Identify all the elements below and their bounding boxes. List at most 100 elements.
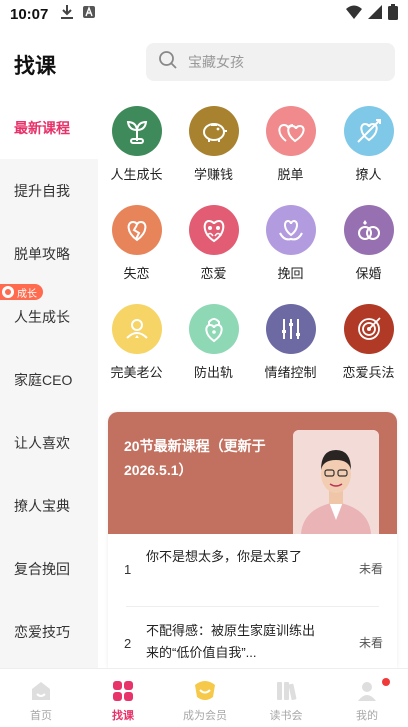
sliders-icon xyxy=(265,304,316,354)
category-anti-cheating[interactable]: 防出轨 xyxy=(175,304,252,381)
books-icon xyxy=(274,679,298,703)
lesson-row[interactable]: 1 你不是想太多，你是太累了 未看 xyxy=(108,534,397,604)
category-sidebar: 最新课程 提升自我 脱单攻略 人生成长 家庭CEO 让人喜欢 撩人宝典 复合挽回… xyxy=(0,96,98,668)
sidebar-item-label: 人生成长 xyxy=(14,308,70,325)
course-card-header: 20节最新课程（更新于2026.5.1） xyxy=(108,412,397,534)
grid-icon xyxy=(111,679,135,703)
nav-membership[interactable]: 成为会员 xyxy=(164,669,246,727)
latest-course-card[interactable]: 20节最新课程（更新于2026.5.1） 1 你不是想太多，你是太累了 未看 2… xyxy=(108,412,397,668)
husband-icon xyxy=(111,304,162,354)
category-label: 脱单 xyxy=(277,167,304,182)
nav-label: 成为会员 xyxy=(183,710,227,722)
nav-profile[interactable]: 我的 xyxy=(326,669,408,727)
app-screen: 10:07 找课 宝藏女孩 最新课程 提升自我 脱单攻略 人生成长 家庭CEO … xyxy=(0,0,408,727)
category-label: 保婚 xyxy=(355,266,382,281)
category-label: 完美老公 xyxy=(110,365,163,380)
category-label: 撩人 xyxy=(355,167,382,182)
lesson-number: 1 xyxy=(124,561,132,577)
search-input[interactable]: 宝藏女孩 xyxy=(146,43,395,81)
category-label: 学赚钱 xyxy=(193,167,233,182)
two-hearts-icon xyxy=(265,106,316,156)
heart-lock-icon xyxy=(188,304,239,354)
couple-icon xyxy=(188,205,239,255)
category-romance[interactable]: 恋爱 xyxy=(175,205,252,282)
category-life-growth[interactable]: 人生成长 xyxy=(98,106,175,183)
badge-dot-icon xyxy=(2,286,14,298)
app-notification-icon xyxy=(82,5,96,23)
lesson-status: 未看 xyxy=(358,636,383,650)
sidebar-item-family-ceo[interactable]: 家庭CEO xyxy=(0,348,98,411)
battery-icon xyxy=(388,4,398,24)
page-title: 找课 xyxy=(14,55,56,78)
wifi-icon xyxy=(346,5,362,23)
category-get-partner[interactable]: 脱单 xyxy=(252,106,329,183)
badge-label: 成长 xyxy=(17,288,37,300)
category-earn-money[interactable]: 学赚钱 xyxy=(175,106,252,183)
category-label: 挽回 xyxy=(277,266,304,281)
target-icon xyxy=(343,304,394,354)
lesson-title: 你不是想太多，你是太累了 xyxy=(146,549,303,564)
category-emotion-control[interactable]: 情绪控制 xyxy=(252,304,329,381)
notification-dot xyxy=(382,678,390,686)
sidebar-item-love-skills[interactable]: 恋爱技巧 xyxy=(0,600,98,663)
smile-badge-icon xyxy=(193,679,217,703)
sidebar-item-label: 撩人宝典 xyxy=(14,497,70,514)
category-flirt[interactable]: 撩人 xyxy=(330,106,407,183)
bottom-nav: 首页 找课 成为会员 读书会 我的 xyxy=(0,668,408,727)
home-icon xyxy=(29,679,53,703)
category-label: 恋爱兵法 xyxy=(342,365,395,380)
category-keep-marriage[interactable]: 保婚 xyxy=(330,205,407,282)
nav-label: 我的 xyxy=(356,710,378,722)
category-label: 恋爱 xyxy=(200,266,227,281)
arrow-heart-icon xyxy=(343,106,394,156)
lesson-status: 未看 xyxy=(358,562,383,576)
nav-label: 找课 xyxy=(112,710,134,722)
growth-badge: 成长 xyxy=(0,284,43,300)
category-label: 人生成长 xyxy=(110,167,163,182)
sidebar-item-flirting[interactable]: 撩人宝典 xyxy=(0,474,98,537)
download-icon xyxy=(60,4,74,24)
broken-heart-icon xyxy=(111,205,162,255)
category-love-tactics[interactable]: 恋爱兵法 xyxy=(330,304,407,381)
nav-home[interactable]: 首页 xyxy=(0,669,82,727)
category-heartbreak[interactable]: 失恋 xyxy=(98,205,175,282)
course-card-title: 20节最新课程（更新于2026.5.1） xyxy=(124,438,266,478)
sidebar-item-label: 最新课程 xyxy=(14,119,70,136)
category-win-back[interactable]: 挽回 xyxy=(252,205,329,282)
sidebar-item-dating-guide[interactable]: 脱单攻略 xyxy=(0,222,98,285)
nav-label: 读书会 xyxy=(269,710,303,722)
status-bar: 10:07 xyxy=(0,0,408,28)
sidebar-item-label: 家庭CEO xyxy=(14,371,73,388)
sidebar-item-likability[interactable]: 让人喜欢 xyxy=(0,411,98,474)
instructor-portrait xyxy=(293,430,379,534)
signal-icon xyxy=(368,5,382,23)
sidebar-item-label: 提升自我 xyxy=(14,182,70,199)
rings-icon xyxy=(343,205,394,255)
sidebar-item-self-improvement[interactable]: 提升自我 xyxy=(0,159,98,222)
lesson-divider xyxy=(126,606,379,607)
sprout-icon xyxy=(111,106,162,156)
lesson-title: 不配得感：被原生家庭训练出来的“低价值自我”... xyxy=(146,623,316,660)
nav-label: 首页 xyxy=(30,710,52,722)
profile-icon xyxy=(355,679,379,703)
header: 找课 宝藏女孩 xyxy=(0,40,408,86)
category-label: 情绪控制 xyxy=(264,365,317,380)
piggy-bank-icon xyxy=(188,106,239,156)
sidebar-item-label: 恋爱技巧 xyxy=(14,623,70,640)
sidebar-item-latest[interactable]: 最新课程 xyxy=(0,96,98,159)
sidebar-item-label: 复合挽回 xyxy=(14,560,70,577)
category-perfect-husband[interactable]: 完美老公 xyxy=(98,304,175,381)
search-placeholder: 宝藏女孩 xyxy=(188,54,244,70)
lesson-row[interactable]: 2 不配得感：被原生家庭训练出来的“低价值自我”... 未看 xyxy=(108,608,397,668)
lesson-number: 2 xyxy=(124,635,132,651)
sidebar-item-label: 让人喜欢 xyxy=(14,434,70,451)
category-label: 防出轨 xyxy=(193,365,233,380)
nav-find-course[interactable]: 找课 xyxy=(82,669,164,727)
sidebar-item-reconcile[interactable]: 复合挽回 xyxy=(0,537,98,600)
nav-book-club[interactable]: 读书会 xyxy=(245,669,327,727)
category-label: 失恋 xyxy=(123,266,150,281)
search-icon xyxy=(158,50,178,75)
heart-hands-icon xyxy=(265,205,316,255)
status-time: 10:07 xyxy=(10,5,49,23)
sidebar-item-label: 脱单攻略 xyxy=(14,245,70,262)
